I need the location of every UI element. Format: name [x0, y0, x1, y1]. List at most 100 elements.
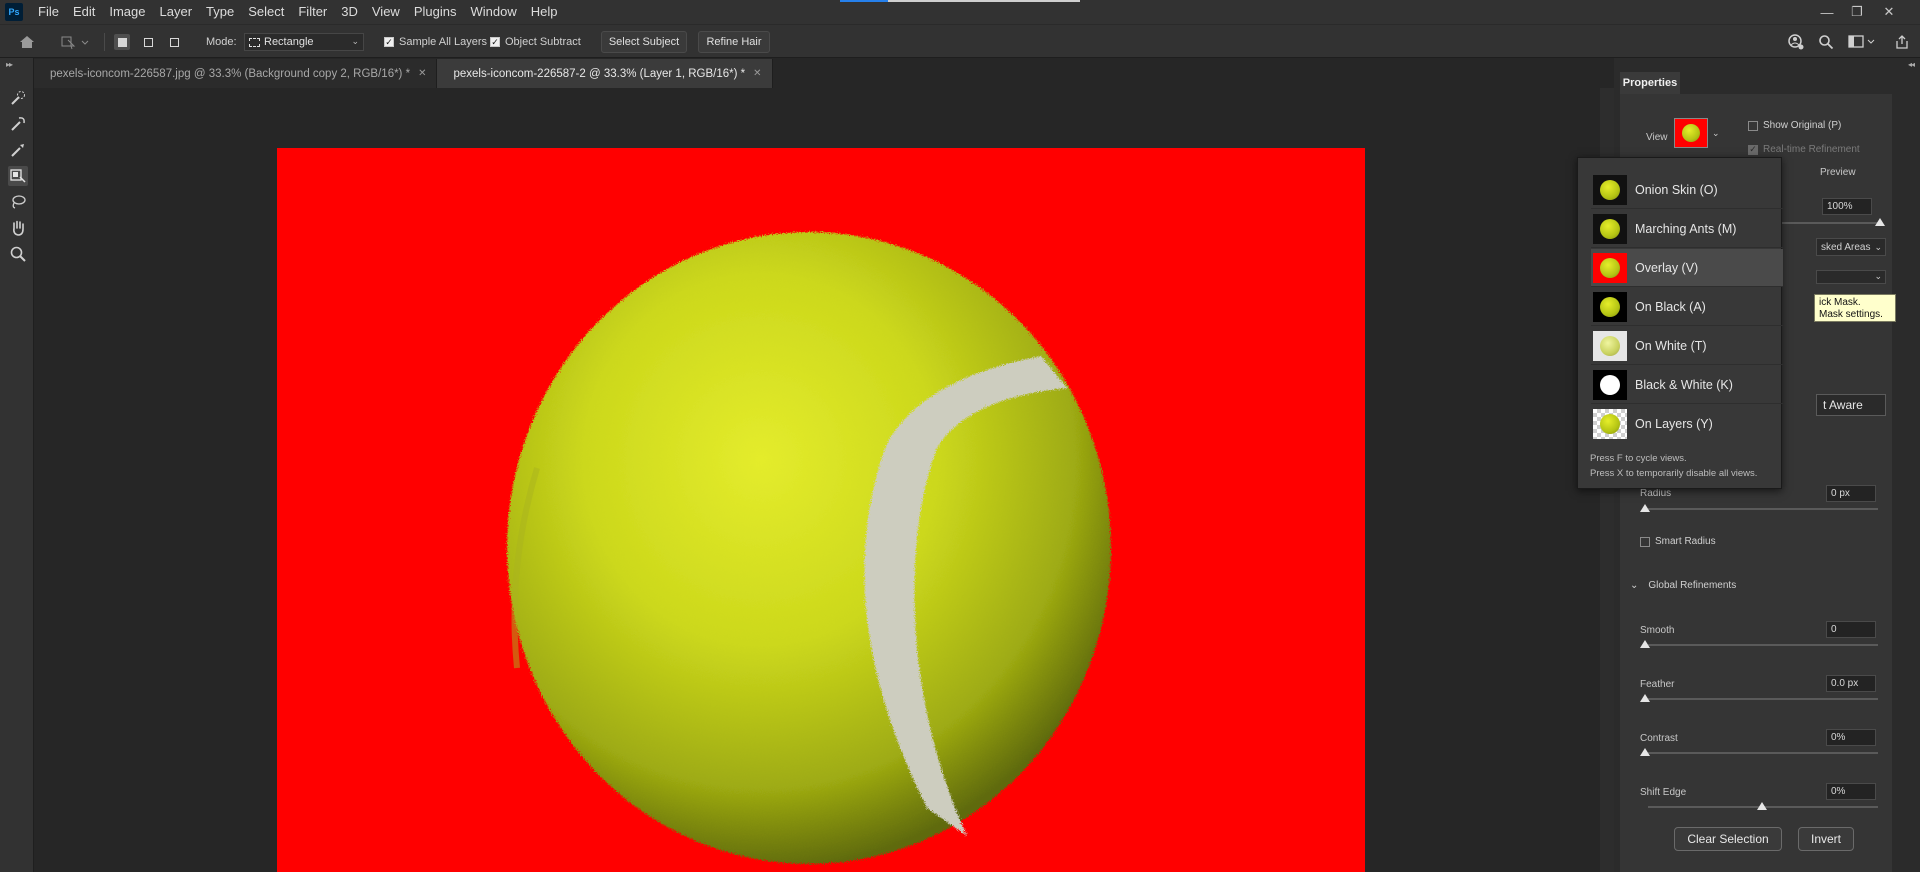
contrast-slider[interactable] — [1648, 752, 1878, 754]
view-option-label: Black & White (K) — [1635, 377, 1733, 392]
home-icon[interactable] — [18, 25, 36, 59]
menu-help[interactable]: Help — [524, 0, 565, 24]
shift-edge-slider-thumb[interactable] — [1757, 802, 1767, 810]
menu-filter[interactable]: Filter — [291, 0, 334, 24]
smooth-slider-thumb[interactable] — [1640, 640, 1650, 648]
feather-slider-thumb[interactable] — [1640, 694, 1650, 702]
menu-file[interactable]: File — [31, 0, 66, 24]
preset-select[interactable]: ⌄ — [1816, 270, 1886, 284]
learn-icon[interactable] — [1786, 33, 1806, 51]
feather-slider[interactable] — [1648, 698, 1878, 700]
new-selection-icon[interactable] — [114, 34, 130, 50]
menu-plugins[interactable]: Plugins — [407, 0, 464, 24]
tab-properties[interactable]: Properties — [1620, 72, 1680, 94]
radius-slider[interactable] — [1648, 508, 1878, 510]
contrast-field[interactable]: 0% — [1826, 729, 1876, 746]
smooth-slider[interactable] — [1648, 644, 1878, 646]
smooth-field[interactable]: 0 — [1826, 621, 1876, 638]
collapse-toolbar-icon[interactable]: ▸▸ — [6, 60, 13, 69]
checkbox-icon — [1748, 120, 1758, 131]
view-option-label: On Layers (Y) — [1635, 417, 1713, 431]
feather-field[interactable]: 0.0 px — [1826, 675, 1876, 692]
subtract-from-selection-icon[interactable] — [166, 34, 182, 50]
lasso-tool-icon[interactable] — [8, 192, 28, 212]
chevron-down-icon[interactable]: ⌄ — [1712, 128, 1720, 139]
view-option-marching-ants[interactable]: Marching Ants (M) — [1591, 210, 1783, 248]
view-mode-dropdown: Onion Skin (O) Marching Ants (M) Overlay… — [1577, 157, 1783, 489]
show-original-label: Show Original (P) — [1763, 120, 1842, 131]
tooltip-line-2: Mask settings. — [1819, 309, 1883, 320]
sample-all-layers-label: Sample All Layers — [399, 36, 488, 48]
opacity-slider-thumb[interactable] — [1875, 218, 1885, 226]
add-to-selection-icon[interactable] — [140, 34, 156, 50]
photoshop-logo-icon[interactable]: Ps — [5, 3, 23, 21]
view-option-on-layers[interactable]: On Layers (Y) — [1591, 405, 1783, 443]
view-option-overlay[interactable]: Overlay (V) — [1591, 249, 1783, 287]
refine-hair-button[interactable]: Refine Hair — [698, 31, 770, 53]
tab-title: pexels-iconcom-226587.jpg @ 33.3% (Backg… — [50, 67, 411, 80]
clear-selection-button[interactable]: Clear Selection — [1674, 827, 1782, 851]
canvas-area — [34, 88, 1600, 872]
menu-layer[interactable]: Layer — [153, 0, 200, 24]
menu-3d[interactable]: 3D — [334, 0, 365, 24]
menu-image[interactable]: Image — [102, 0, 152, 24]
collapse-panel-icon[interactable]: ◂◂ — [1908, 60, 1915, 69]
mode-select[interactable]: Rectangle ⌄ — [244, 33, 364, 51]
view-option-label: On White (T) — [1635, 338, 1707, 353]
menu-select[interactable]: Select — [241, 0, 291, 24]
close-icon[interactable]: ✕ — [753, 68, 761, 79]
select-subject-button[interactable]: Select Subject — [601, 31, 687, 53]
image-canvas[interactable] — [277, 148, 1365, 872]
radius-field[interactable]: 0 px — [1826, 485, 1876, 502]
workspace-switcher-icon[interactable] — [1846, 33, 1880, 51]
search-icon[interactable] — [1816, 33, 1836, 51]
shift-edge-field[interactable]: 0% — [1826, 783, 1876, 800]
share-icon[interactable] — [1892, 33, 1912, 51]
refine-edge-brush-tool-icon[interactable] — [8, 114, 28, 134]
view-option-black-white[interactable]: Black & White (K) — [1591, 366, 1783, 404]
menu-edit[interactable]: Edit — [66, 0, 102, 24]
realtime-refinement-checkbox[interactable]: ✓ Real-time Refinement — [1748, 144, 1860, 155]
menu-type[interactable]: Type — [199, 0, 241, 24]
zoom-tool-icon[interactable] — [8, 244, 28, 264]
tab-document-2[interactable]: pexels-iconcom-226587-2 @ 33.3% (Layer 1… — [437, 59, 773, 88]
opacity-field[interactable]: 100% — [1822, 198, 1872, 215]
radius-slider-thumb[interactable] — [1640, 504, 1650, 512]
hand-tool-icon[interactable] — [8, 218, 28, 238]
global-refinements-section[interactable]: ⌄ Global Refinements — [1630, 580, 1736, 591]
radius-label: Radius — [1640, 488, 1672, 499]
tool-preset-icon[interactable] — [60, 25, 90, 59]
toolbar: ▸▸ — [0, 58, 34, 872]
contrast-slider-thumb[interactable] — [1640, 748, 1650, 756]
chevron-down-icon: ⌄ — [1874, 271, 1882, 281]
object-selection-tool-icon[interactable] — [8, 166, 28, 186]
menu-window[interactable]: Window — [463, 0, 523, 24]
show-original-checkbox[interactable]: Show Original (P) — [1748, 120, 1841, 131]
invert-button[interactable]: Invert — [1798, 827, 1854, 851]
view-option-onion-skin[interactable]: Onion Skin (O) — [1591, 171, 1783, 209]
smart-radius-checkbox[interactable]: Smart Radius — [1640, 536, 1716, 547]
menu-view[interactable]: View — [365, 0, 407, 24]
quick-selection-tool-icon[interactable] — [8, 88, 28, 108]
feather-label: Feather — [1640, 679, 1675, 690]
checkbox-checked-icon: ✓ — [384, 36, 394, 47]
view-option-on-white[interactable]: On White (T) — [1591, 327, 1783, 365]
tab-document-1[interactable]: pexels-iconcom-226587.jpg @ 33.3% (Backg… — [34, 59, 438, 88]
sample-all-layers-checkbox[interactable]: ✓ Sample All Layers — [384, 25, 487, 59]
overlay-thumbnail-icon — [1593, 252, 1627, 283]
close-button[interactable]: ✕ — [1874, 0, 1904, 24]
smart-radius-label: Smart Radius — [1655, 536, 1716, 547]
restore-button[interactable]: ❐ — [1842, 0, 1872, 24]
object-subtract-checkbox[interactable]: ✓ Object Subtract — [490, 25, 581, 59]
brush-tool-icon[interactable] — [8, 140, 28, 160]
minimize-button[interactable]: — — [1812, 0, 1842, 24]
smooth-label: Smooth — [1640, 625, 1675, 636]
close-icon[interactable]: ✕ — [418, 68, 426, 79]
view-option-label: Overlay (V) — [1635, 260, 1699, 275]
chevron-down-icon: ⌄ — [1630, 580, 1639, 591]
realtime-refinement-label: Real-time Refinement — [1763, 144, 1860, 155]
view-thumbnail-button[interactable] — [1674, 118, 1708, 148]
object-aware-mode-button[interactable]: t Aware — [1816, 394, 1886, 416]
view-option-on-black[interactable]: On Black (A) — [1591, 288, 1783, 326]
masked-areas-select[interactable]: sked Areas ⌄ — [1816, 238, 1886, 256]
